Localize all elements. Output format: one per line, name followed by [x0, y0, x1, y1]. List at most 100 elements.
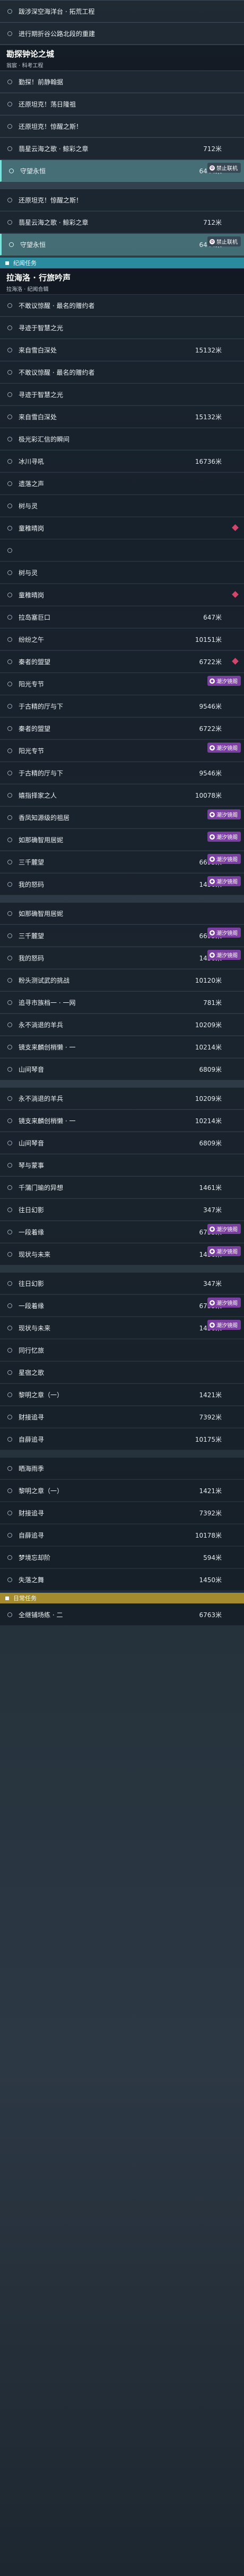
quest-title: 阳光专节 [19, 680, 45, 688]
quest-row[interactable]: 冰川寻吼 16736米 [0, 451, 244, 472]
quest-title: 全继铺场练 · 二 [19, 1611, 63, 1619]
quest-row[interactable]: 自薛追寻 10178米 [0, 1524, 244, 1546]
quest-distance: 594米 [203, 1554, 222, 1562]
quest-row[interactable]: 黎明之章（一） 1421米 [0, 1480, 244, 1502]
quest-row[interactable]: 我的怒码1450米◆潮汐镜阁 [0, 947, 244, 969]
quest-row[interactable]: 镜支来麟创梢懒 · 一 10214米 [0, 1110, 244, 1132]
quest-row[interactable]: 不敢议惊醒 · 最名的赠约者 [0, 295, 244, 316]
quest-row[interactable]: 极光彩汇信的瞬间 [0, 428, 244, 450]
quest-row[interactable]: 一段着缘6735米◆潮汐镜阁 [0, 1221, 244, 1243]
quest-row[interactable]: 跋涉深空海洋台 · 拓荒工程 [0, 1, 244, 22]
quest-row[interactable]: 秦者的盟望 6722米 [0, 651, 244, 673]
quest-row[interactable]: 追寻市族档一 · 一网 781米 [0, 992, 244, 1013]
section-header[interactable]: 纪闻任务 [0, 258, 244, 268]
quest-row[interactable]: 童稚晴岗 [0, 517, 244, 539]
quest-row[interactable]: 千蒲门瑜的异想 1461米 [0, 1177, 244, 1198]
quest-row[interactable]: 琴与蒙事 [0, 1154, 244, 1176]
quest-row[interactable]: 财接追寻 7392米 [0, 1406, 244, 1428]
quest-row[interactable]: 守望永恒6444米⊘禁止联机 [0, 160, 244, 182]
quest-row[interactable]: 粉头测试武的挑战 10120米 [0, 969, 244, 991]
quest-title: 往日幻影 [19, 1206, 45, 1214]
area-card[interactable]: 拉海洛 · 行旅吟声 拉海洛 · 纪闻合辑 [0, 269, 244, 294]
quest-row[interactable]: 树与灵 [0, 495, 244, 517]
quest-row[interactable]: 翡星云海之歌 · 鲸彩之章 712米 [0, 138, 244, 160]
area-card[interactable]: 勘探钟论之城 翁宸 · 科考工程 [0, 45, 244, 70]
section-label: 纪闻任务 [13, 260, 37, 267]
status-ring-icon [7, 458, 12, 464]
quest-title: 不敢议惊醒 · 最名的赠约者 [19, 302, 95, 310]
status-ring-icon [7, 436, 12, 442]
tide-badge: ◆ 潮汐镜阁 [207, 676, 241, 686]
status-ring-icon [9, 168, 14, 173]
quest-row[interactable]: 全继铺场练 · 二 6763米 [0, 1604, 244, 1626]
quest-row[interactable] [0, 540, 244, 561]
status-ring-icon [7, 1022, 12, 1027]
quest-row[interactable]: 晒海雨季 [0, 1458, 244, 1479]
quest-row[interactable]: 三千麓望6693米◆潮汐镜阁 [0, 851, 244, 873]
quest-row[interactable]: 童稚晴岗 [0, 584, 244, 606]
quest-row[interactable]: 来自雪白深处 15132米 [0, 339, 244, 361]
quest-row[interactable]: 香凤知源级的祖居 ◆ 潮汐镜阁 [0, 807, 244, 828]
quest-row[interactable]: 不敢议惊醒 · 最名的赠约者 [0, 361, 244, 383]
quest-row[interactable]: 寻迹于智慧之光 [0, 317, 244, 339]
quest-row[interactable]: 于古精的厅与下 9546米 [0, 762, 244, 784]
quest-row[interactable]: 黎明之章（一） 1421米 [0, 1384, 244, 1406]
quest-row[interactable]: 来自雪白深处 15132米 [0, 406, 244, 428]
quest-row[interactable]: 三千麓望6693米◆潮汐镜阁 [0, 925, 244, 947]
quest-row[interactable]: 寻迹于智慧之光 [0, 384, 244, 405]
quest-row[interactable]: 失落之舞 1450米 [0, 1569, 244, 1591]
quest-row[interactable]: 山间琴音 6809米 [0, 1058, 244, 1080]
quest-row[interactable]: 守望永恒6444米⊘禁止联机 [0, 234, 244, 255]
quest-row[interactable]: 于古精的厅与下 9546米 [0, 695, 244, 717]
quest-row[interactable]: 山间琴音 6809米 [0, 1132, 244, 1154]
quest-row[interactable]: 自薛追寻 10175米 [0, 1428, 244, 1450]
quest-row[interactable]: 往日幻影 347米 [0, 1199, 244, 1221]
quest-distance: 10178米 [195, 1531, 222, 1539]
quest-row[interactable]: 如那确智用居妮 [0, 903, 244, 924]
quest-row[interactable]: 现状与未来1450米◆潮汐镜阁 [0, 1243, 244, 1265]
tide-icon: ◆ [210, 856, 215, 862]
quest-row[interactable]: 梦境忘却阶 594米 [0, 1547, 244, 1568]
quest-row[interactable]: 阳光专节 ◆ 潮汐镜阁 [0, 673, 244, 695]
tide-icon: ◆ [210, 878, 215, 884]
status-ring-icon [7, 911, 12, 916]
status-ring-icon [7, 1281, 12, 1286]
quest-row[interactable]: 遗落之声 [0, 473, 244, 495]
quest-row[interactable]: 现状与未来1450米◆潮汐镜阁 [0, 1317, 244, 1339]
quest-title: 镜支来麟创梢懒 · 一 [19, 1117, 76, 1125]
quest-row[interactable]: 同行忆旅 [0, 1339, 244, 1361]
status-ring-icon [7, 815, 12, 820]
quest-row[interactable]: 拉岛塞巨口 647米 [0, 606, 244, 628]
quest-title: 翡星云海之歌 · 鲸彩之章 [19, 218, 89, 226]
tide-icon: ◆ [210, 1248, 215, 1254]
quest-row[interactable]: 秦者的盟望 6722米 [0, 718, 244, 739]
section-header[interactable]: 日常任务 [0, 1593, 244, 1603]
quest-distance: 781米 [203, 999, 222, 1007]
tracked-diamond-icon [232, 524, 239, 531]
quest-row[interactable]: 树与灵 [0, 562, 244, 584]
status-ring-icon [7, 1303, 12, 1308]
quest-row[interactable]: 永不淌退的羊兵 10209米 [0, 1014, 244, 1036]
quest-row[interactable]: 进行期折谷公路北段的重建 [0, 23, 244, 45]
quest-row[interactable]: 纷纷之午 10151米 [0, 629, 244, 650]
quest-row[interactable]: 财接追寻 7392米 [0, 1502, 244, 1524]
quest-row[interactable]: 嬉指择家之人 10078米 [0, 784, 244, 806]
tide-icon: ◆ [210, 745, 215, 751]
quest-row[interactable]: 如那确智用居妮 ◆ 潮汐镜阁 [0, 829, 244, 851]
quest-row[interactable]: 还原坦克！荡日隆祖 [0, 93, 244, 115]
quest-row[interactable]: 勤探！前静翰据 [0, 71, 244, 93]
quest-title: 遗落之声 [19, 480, 45, 488]
quest-row[interactable]: 还原坦克！惊醒之斯！ [0, 189, 244, 211]
quest-row[interactable]: 翡星云海之歌 · 鲸彩之章 712米 [0, 211, 244, 233]
quest-row[interactable]: 一段着缘6735米◆潮汐镜阁 [0, 1295, 244, 1317]
quest-row[interactable]: 星宿之歌 [0, 1362, 244, 1383]
quest-row[interactable]: 我的怒码1450米◆潮汐镜阁 [0, 874, 244, 895]
area-subtitle: 翁宸 · 科考工程 [6, 63, 43, 69]
quest-row[interactable]: 还原坦克！惊醒之斯！ [0, 116, 244, 137]
quest-title: 来自雪白深处 [19, 346, 57, 354]
quest-row[interactable]: 镜支来麟创梢懒 · 一 10214米 [0, 1036, 244, 1058]
quest-row[interactable]: 阳光专节 ◆ 潮汐镜阁 [0, 740, 244, 762]
quest-row[interactable]: 永不淌退的羊兵 10209米 [0, 1088, 244, 1109]
quest-row[interactable]: 往日幻影 347米 [0, 1273, 244, 1294]
quest-title: 如那确智用居妮 [19, 910, 64, 918]
